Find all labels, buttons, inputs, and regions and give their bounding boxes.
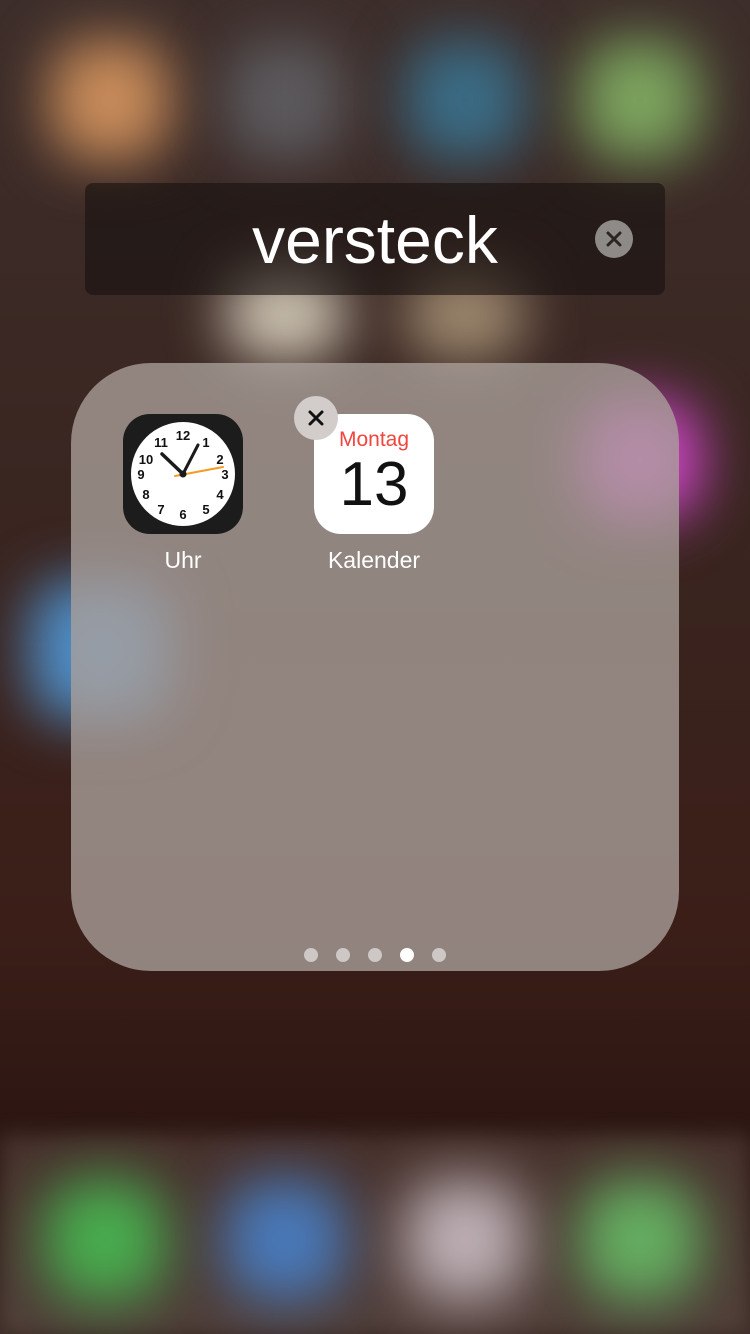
- clock-face: 12 1 2 3 4 5 6 7 8 9 10 11: [131, 422, 235, 526]
- dock-background: [0, 1134, 750, 1334]
- clock-hands: [160, 443, 224, 478]
- close-icon: [606, 231, 622, 247]
- clock-icon[interactable]: 12 1 2 3 4 5 6 7 8 9 10 11: [123, 414, 243, 534]
- app-clock[interactable]: 12 1 2 3 4 5 6 7 8 9 10 11 Uhr: [122, 414, 244, 574]
- hour-hand: [160, 452, 185, 476]
- folder-name-text[interactable]: versteck: [0, 200, 750, 280]
- page-dot-active[interactable]: [400, 948, 414, 962]
- app-calendar[interactable]: Montag 13 Kalender: [313, 414, 435, 574]
- page-dot[interactable]: [432, 948, 446, 962]
- close-icon: [308, 410, 324, 426]
- blurred-app-icon: [580, 40, 700, 160]
- blurred-app-icon: [405, 40, 525, 160]
- minute-hand: [181, 443, 200, 476]
- clock-center: [179, 470, 187, 478]
- blurred-app-icon: [50, 40, 170, 160]
- delete-app-button[interactable]: [294, 396, 338, 440]
- blurred-app-icon: [225, 40, 345, 160]
- clear-text-button[interactable]: [595, 220, 633, 258]
- app-label: Kalender: [327, 547, 421, 573]
- page-dot[interactable]: [336, 948, 350, 962]
- app-label: Uhr: [164, 547, 202, 573]
- page-indicator[interactable]: [0, 948, 750, 962]
- page-dot[interactable]: [304, 948, 318, 962]
- page-dot[interactable]: [368, 948, 382, 962]
- calendar-date: 13: [339, 450, 409, 519]
